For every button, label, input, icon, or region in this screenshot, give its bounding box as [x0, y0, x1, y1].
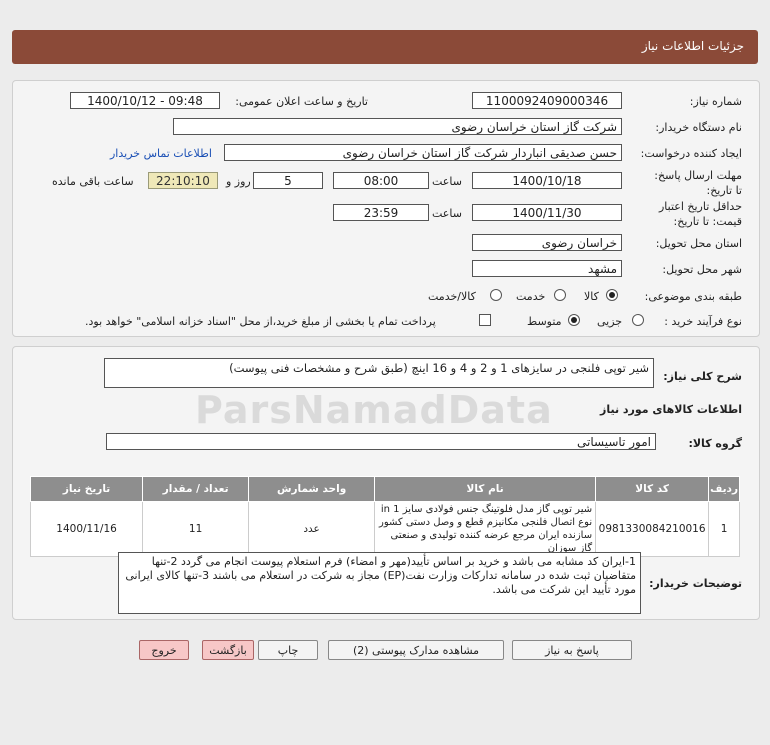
- process-label: نوع فرآیند خرید :: [664, 315, 742, 328]
- need-number-label: شماره نیاز:: [689, 95, 742, 108]
- goods-info-title: اطلاعات کالاهای مورد نیاز: [600, 403, 742, 416]
- print-button[interactable]: چاپ: [258, 640, 318, 660]
- cell-qty: 11: [142, 501, 250, 557]
- process-option-minor: جزیی: [597, 315, 623, 328]
- buyer-org-field: شرکت گاز استان خراسان رضوی: [173, 118, 622, 135]
- category-label: طبقه بندی موضوعی:: [644, 290, 742, 303]
- col-unit: واحد شمارش: [248, 476, 376, 502]
- days-label: روز و: [226, 175, 251, 188]
- days-field: 5: [253, 172, 323, 189]
- page-header: جزئیات اطلاعات نیاز: [12, 30, 758, 64]
- process-radio-medium[interactable]: [568, 314, 580, 326]
- page-title: جزئیات اطلاعات نیاز: [641, 39, 744, 53]
- announce-label: تاریخ و ساعت اعلان عمومی:: [235, 95, 368, 108]
- category-radio-goods-service[interactable]: [490, 289, 502, 301]
- province-label: استان محل تحویل:: [655, 237, 742, 250]
- buyer-org-label: نام دستگاه خریدار:: [655, 121, 742, 134]
- validity-time-label: ساعت: [432, 207, 462, 220]
- validity-label: حداقل تاریخ اعتبار قیمت: تا تاریخ:: [658, 200, 742, 228]
- cell-row: 1: [708, 501, 740, 557]
- col-date: تاریخ نیاز: [29, 476, 144, 502]
- validity-time-field: 23:59: [333, 204, 429, 221]
- remaining-label: ساعت باقی مانده: [52, 175, 134, 188]
- buyer-notes-field: 1-ایران کد مشابه می باشد و خرید بر اساس …: [118, 552, 641, 614]
- col-qty: تعداد / مقدار: [142, 476, 250, 502]
- city-field: مشهد: [472, 260, 622, 277]
- view-documents-button[interactable]: مشاهده مدارک پیوستی (2): [328, 640, 504, 660]
- cell-code: 0981330084210016: [595, 501, 710, 557]
- treasury-payment-note: پرداخت تمام یا بخشی از مبلغ خرید،از محل …: [85, 315, 436, 328]
- table-header-row: ردیف کد کالا نام کالا واحد شمارش تعداد /…: [29, 476, 740, 502]
- category-option-goods: کالا: [584, 290, 599, 303]
- category-radio-service[interactable]: [554, 289, 566, 301]
- category-option-service: خدمت: [516, 290, 546, 303]
- deadline-label: مهلت ارسال پاسخ: تا تاریخ:: [654, 169, 742, 197]
- col-name: نام کالا: [374, 476, 597, 502]
- buyer-notes-label: توضیحات خریدار:: [649, 577, 742, 590]
- creator-label: ایجاد کننده درخواست:: [640, 147, 742, 160]
- cell-name: شیر توپی گاز مدل فلوتینگ جنس فولادی سایز…: [374, 501, 597, 557]
- creator-field: حسن صدیقی انباردار شرکت گاز استان خراسان…: [224, 144, 622, 161]
- goods-group-label: گروه کالا:: [688, 437, 742, 450]
- summary-field: شیر توپی فلنجی در سایزهای 1 و 2 و 4 و 16…: [104, 358, 654, 388]
- city-label: شهر محل تحویل:: [662, 263, 742, 276]
- exit-button[interactable]: خروج: [139, 640, 189, 660]
- buyer-contact-link[interactable]: اطلاعات تماس خریدار: [110, 147, 212, 160]
- treasury-payment-checkbox[interactable]: [479, 314, 491, 326]
- validity-date-field: 1400/11/30: [472, 204, 622, 221]
- cell-date: 1400/11/16: [29, 501, 144, 557]
- need-number-field: 1100092409000346: [472, 92, 622, 109]
- goods-table: ردیف کد کالا نام کالا واحد شمارش تعداد /…: [29, 476, 740, 557]
- category-option-goods-service: کالا/خدمت: [428, 290, 476, 303]
- watermark-text: ParsNamadData: [195, 388, 553, 432]
- process-radio-minor[interactable]: [632, 314, 644, 326]
- back-button[interactable]: بازگشت: [202, 640, 254, 660]
- deadline-time-field: 08:00: [333, 172, 429, 189]
- deadline-time-label: ساعت: [432, 175, 462, 188]
- summary-label: شرح کلی نیاز:: [663, 370, 742, 383]
- deadline-date-field: 1400/10/18: [472, 172, 622, 189]
- announce-field: 1400/10/12 - 09:48: [70, 92, 220, 109]
- table-row: 1 0981330084210016 شیر توپی گاز مدل فلوت…: [29, 501, 740, 557]
- cell-unit: عدد: [248, 501, 376, 557]
- remaining-time-field: 22:10:10: [148, 172, 218, 189]
- process-option-medium: متوسط: [527, 315, 562, 328]
- category-radio-goods[interactable]: [606, 289, 618, 301]
- col-row: ردیف: [708, 476, 740, 502]
- province-field: خراسان رضوی: [472, 234, 622, 251]
- col-code: کد کالا: [595, 476, 710, 502]
- reply-button[interactable]: پاسخ به نیاز: [512, 640, 632, 660]
- goods-group-field: امور تاسیساتی: [106, 433, 656, 450]
